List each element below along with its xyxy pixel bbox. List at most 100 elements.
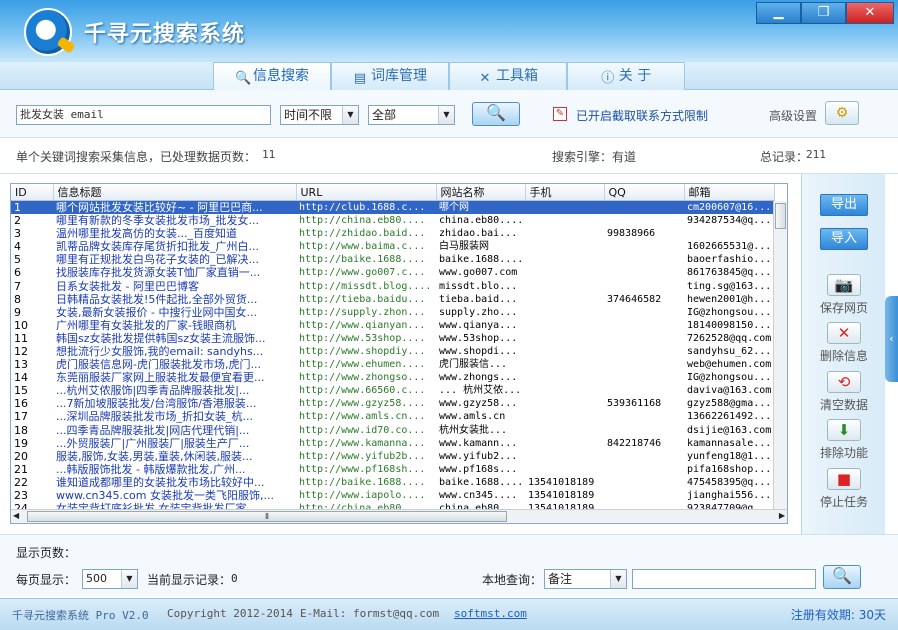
delete-info-button[interactable]: ✕ 删除信息: [802, 322, 886, 364]
restriction-icon[interactable]: ✎: [553, 107, 567, 121]
results-grid[interactable]: ID 信息标题 URL 网站名称 手机 QQ 邮箱 1 哪个网站批发女装比较好~ …: [10, 183, 788, 524]
table-cell: www.go007.com: [439, 267, 518, 279]
table-cell: 18140098150...: [687, 319, 772, 331]
table-row[interactable]: 1 哪个网站批发女装比较好~ - 阿里巴巴商... http://club.1688…: [11, 200, 774, 214]
table-row[interactable]: 16 ...7新加坡服装批发/台湾服饰/香港服装... http://www.gzy…: [11, 397, 774, 410]
table-row[interactable]: 3 温州哪里批发高仿的女装..._百度知道 http://zhidao.baid..…: [11, 227, 774, 240]
per-page-label: 每页显示：: [16, 573, 77, 587]
table-row[interactable]: 13 虎门服装信息网-虎门服装批发市场,虎门... http://www.ehume…: [11, 358, 774, 371]
per-page-select[interactable]: 500 ▼: [82, 569, 138, 589]
table-cell: www.pf168s...: [439, 463, 518, 475]
table-row[interactable]: 5 哪里有正规批发白鸟花子女装的_已解决... http://baike.1688.…: [11, 253, 774, 266]
scroll-thumb[interactable]: ⦀: [27, 511, 507, 522]
scroll-thumb[interactable]: [775, 203, 786, 229]
maximize-button[interactable]: ❐: [801, 2, 846, 24]
contact-filter-label[interactable]: 已开启截取联系方式限制: [576, 107, 708, 124]
table-cell: 女装,最新女装报价 - 中搜行业网中国女...: [56, 305, 257, 319]
vertical-scrollbar[interactable]: [773, 201, 787, 510]
tab-lexicon[interactable]: ▤ 词库管理: [331, 62, 449, 90]
col-qq[interactable]: QQ: [604, 184, 685, 201]
table-cell: ...外贸服装厂|广州服装厂|服装生产厂...: [56, 436, 250, 450]
table-cell: 哪个网站批发女装比较好~ - 阿里巴巴商...: [53, 200, 296, 214]
scroll-left-icon[interactable]: ◀: [13, 511, 19, 520]
table-cell: 374646582: [607, 293, 662, 305]
table-cell: http://www.53shop....: [299, 332, 426, 344]
progress-status: 单个关键词搜索采集信息，已处理数据页数：: [16, 150, 257, 164]
table-cell: kamannasale...: [687, 437, 772, 449]
keyword-input[interactable]: 批发女装 email: [16, 105, 271, 125]
search-button[interactable]: 🔍: [472, 102, 520, 126]
local-query-input[interactable]: [632, 569, 816, 589]
stop-task-button[interactable]: ■ 停止任务: [802, 468, 886, 510]
minimize-button[interactable]: ▁: [756, 2, 801, 24]
table-cell: 杭州女装批...: [439, 424, 508, 436]
exclude-button[interactable]: ⬇ 排除功能: [802, 419, 886, 461]
window-controls: ▁ ❐ ✕: [756, 2, 894, 24]
table-row[interactable]: 10 广州哪里有女装批发的厂家-钱眼商机 http://www.qianyan...…: [11, 319, 774, 332]
clear-data-button[interactable]: ⟲ 清空数据: [802, 371, 886, 413]
table-row[interactable]: 9 女装,最新女装报价 - 中搜行业网中国女... http://supply.zh…: [11, 306, 774, 319]
table-cell: http://www.shopdiy...: [299, 345, 426, 357]
table-cell: ...深圳品牌服装批发市场_折扣女装_杭...: [56, 410, 253, 424]
tab-about[interactable]: ⓘ 关 于: [567, 62, 685, 90]
time-select[interactable]: 时间不限 ▼: [280, 105, 359, 125]
save-page-button[interactable]: 📷 保存网页: [802, 274, 886, 316]
table-row[interactable]: 8 日韩精品女装批发!5件起批,全部外贸货... http://tieba.baid…: [11, 293, 774, 306]
tab-toolbox[interactable]: ✕ 工具箱: [449, 62, 567, 90]
website-link[interactable]: softmst.com: [454, 607, 527, 620]
table-row[interactable]: 12 想批流行少女服饰,我的email: sandyhs... http://www…: [11, 345, 774, 358]
pages-processed: 11: [262, 148, 276, 161]
table-cell: [604, 253, 684, 266]
horizontal-scrollbar[interactable]: ◀ ⦀ ▶: [11, 509, 787, 523]
table-row[interactable]: 17 ...深圳品牌服装批发市场_折扣女装_杭... http://www.amls…: [11, 410, 774, 423]
table-cell: http://supply.zhon...: [299, 306, 426, 318]
table-row[interactable]: 7 日系女装批发 - 阿里巴巴博客 http://missdt.blog.... mi…: [11, 279, 774, 293]
table-cell: 5: [14, 253, 21, 267]
table-cell: [525, 384, 604, 397]
table-row[interactable]: 11 韩国sz女装批发提供韩国sz女装主流服饰... http://www.53sh…: [11, 332, 774, 345]
search-icon: 🔍: [486, 103, 506, 122]
chevron-down-icon: ▼: [438, 106, 454, 124]
scope-select[interactable]: 全部 ▼: [368, 105, 455, 125]
table-cell: [525, 410, 604, 423]
col-email[interactable]: 邮箱: [684, 184, 775, 201]
table-row[interactable]: 19 ...外贸服装厂|广州服装厂|服装生产厂... http://www.kama…: [11, 437, 774, 450]
table-row[interactable]: 21 ...韩版服饰批发 - 韩版爆款批发,广州... http://www.pf1…: [11, 463, 774, 476]
col-phone[interactable]: 手机: [525, 184, 605, 201]
pagination-panel: 显示页数： 每页显示： 500 ▼ 当前显示记录： 0 本地查询： 备注 ▼ 🔍: [0, 534, 898, 596]
col-title[interactable]: 信息标题: [53, 184, 297, 201]
table-row[interactable]: 14 东莞丽服装厂家网上服装批发最便宜看更... http://www.zhongs…: [11, 371, 774, 384]
table-cell: 1: [11, 200, 53, 214]
export-button[interactable]: 导出: [820, 194, 868, 216]
table-cell: 12: [14, 344, 28, 358]
local-search-button[interactable]: 🔍: [823, 565, 861, 589]
close-button[interactable]: ✕: [846, 2, 894, 24]
table-row[interactable]: 23 www.cn345.com 女装批发一类飞阳服饰,... http://www…: [11, 489, 774, 502]
scroll-right-icon[interactable]: ▶: [779, 511, 785, 520]
table-cell: [604, 463, 684, 476]
collapse-panel-icon[interactable]: ‹: [885, 296, 898, 382]
table-row[interactable]: 18 ...四季青品牌服装批发|网店代理代销|... http://www.id70…: [11, 424, 774, 437]
tab-info-search[interactable]: 🔍 信息搜索: [213, 62, 331, 90]
table-cell: ... 杭州艾侬...: [439, 385, 522, 397]
table-row[interactable]: 6 找服装库存批发货源女装T恤厂家直销一... http://www.go007.c…: [11, 266, 774, 279]
camera-icon: 📷: [827, 274, 861, 296]
table-cell: 7: [14, 279, 21, 293]
table-cell: 475458395@q...: [687, 476, 772, 488]
table-row[interactable]: 15 ...杭州艾侬服饰|四季青品牌服装批发|... http://www.6656…: [11, 384, 774, 397]
table-row[interactable]: 20 服装,服饰,女装,男装,童装,休闲装,服装... http://www.yif…: [11, 450, 774, 463]
table-cell: 服装,服饰,女装,男装,童装,休闲装,服装...: [56, 449, 253, 463]
import-button[interactable]: 导入: [820, 228, 868, 250]
table-row[interactable]: 2 哪里有新款的冬季女装批发市场_批发女... http://china.eb80.…: [11, 214, 774, 227]
table-cell: [604, 345, 684, 358]
query-field-select[interactable]: 备注 ▼: [544, 569, 627, 589]
col-site[interactable]: 网站名称: [436, 184, 526, 201]
table-row[interactable]: 22 谁知道成都哪里的女装批发市场比较好中... http://baike.1688…: [11, 476, 774, 489]
col-id[interactable]: ID: [11, 184, 54, 201]
table-cell: [604, 332, 684, 345]
col-url[interactable]: URL: [296, 184, 437, 201]
table-cell: http://zhidao.baid...: [299, 228, 426, 240]
gear-icon[interactable]: ⚙: [825, 101, 859, 125]
table-cell: 虎门服装信...: [439, 359, 508, 371]
table-row[interactable]: 4 凯蒂品牌女装库存尾货折扣批发_广州白... http://www.baima.c…: [11, 240, 774, 253]
